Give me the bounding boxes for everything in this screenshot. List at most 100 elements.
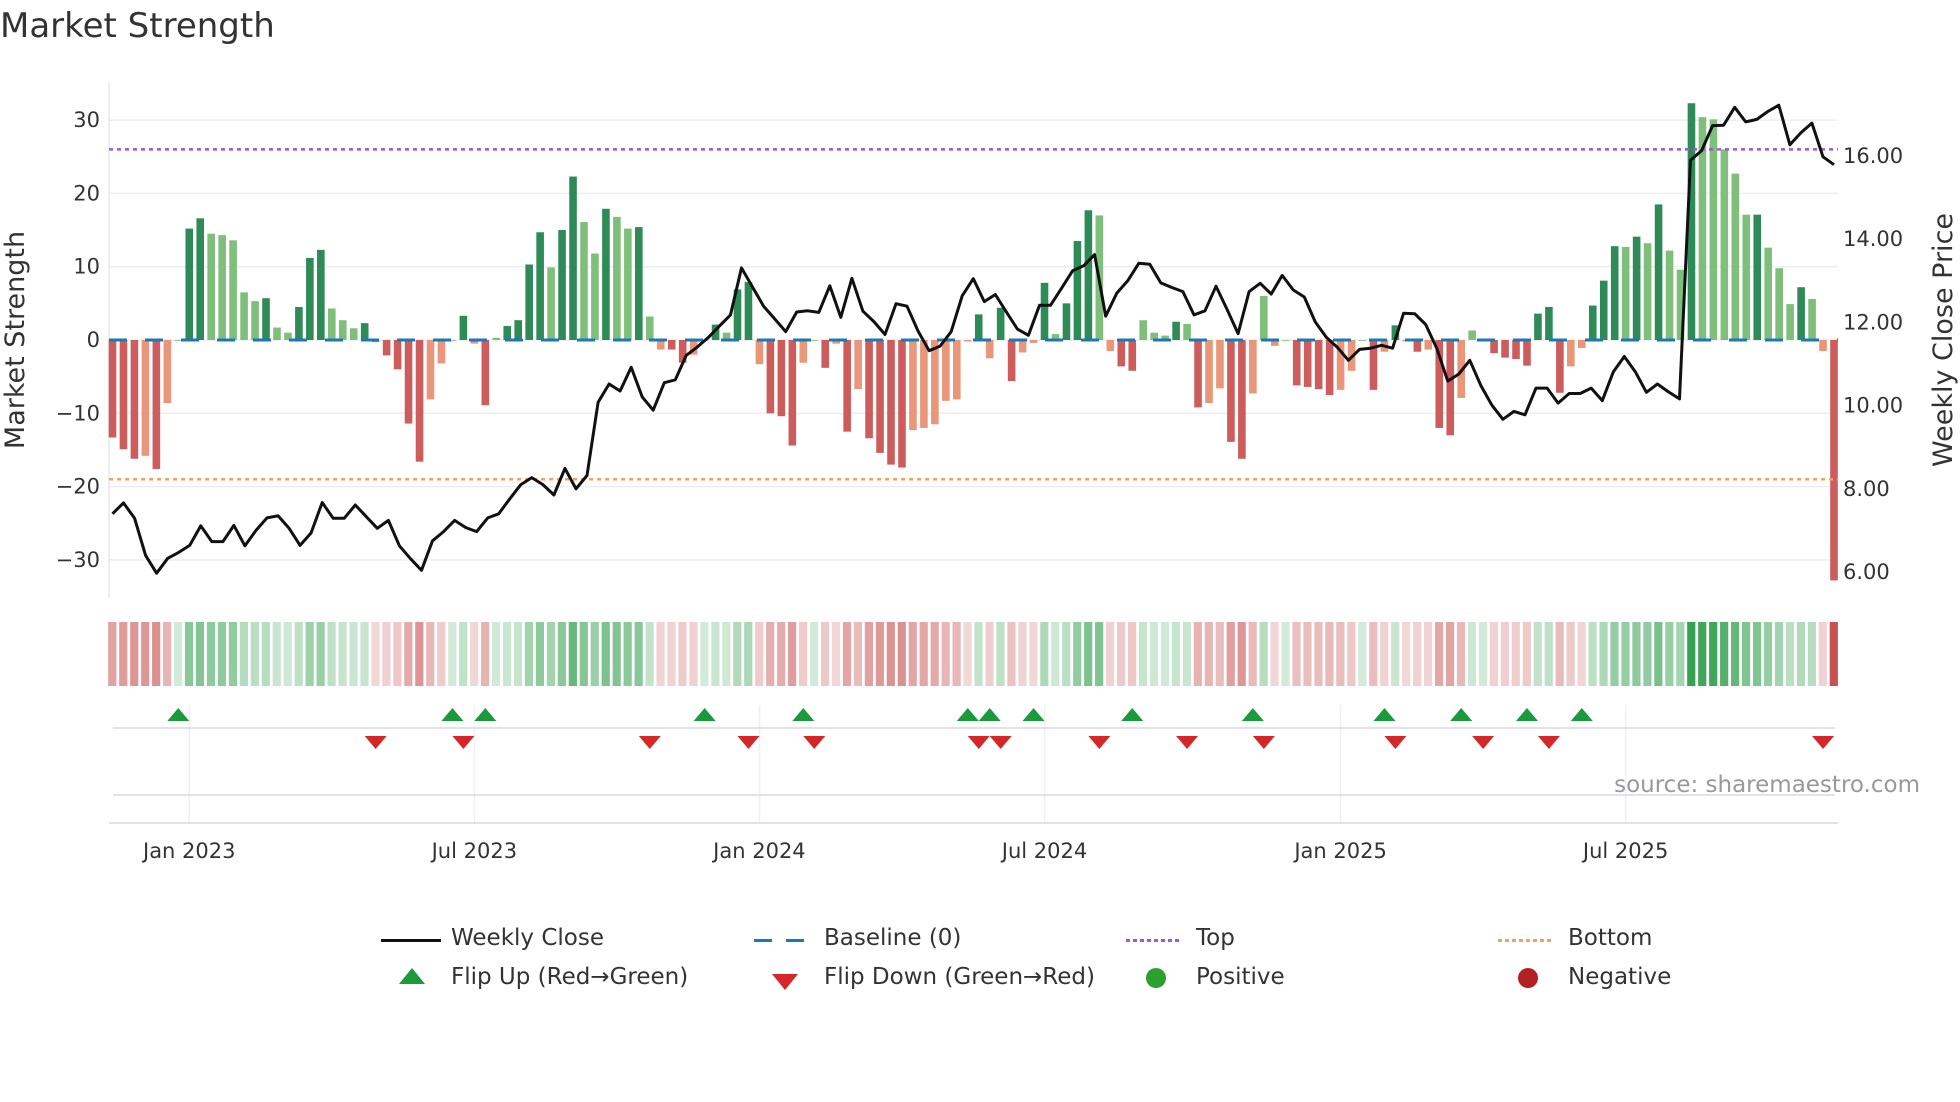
heat-strip-cell bbox=[119, 622, 128, 686]
heat-strip-cell bbox=[1588, 622, 1597, 686]
strength-bar bbox=[1062, 303, 1071, 340]
heat-strip-cell bbox=[1138, 622, 1148, 686]
strength-bar bbox=[558, 230, 566, 340]
strength-bar bbox=[503, 326, 512, 340]
heat-strip-cell bbox=[1171, 622, 1181, 686]
heat-strip-cell bbox=[163, 622, 172, 686]
heat-strip-cell bbox=[1062, 622, 1071, 686]
heat-strip-cell bbox=[1314, 622, 1323, 686]
strength-bar bbox=[207, 233, 215, 340]
heat-strip-cell bbox=[294, 622, 303, 686]
strength-bar bbox=[525, 264, 533, 340]
strength-bar bbox=[306, 257, 314, 340]
heat-strip-cell bbox=[1763, 622, 1773, 686]
heat-strip-cell bbox=[272, 622, 281, 686]
strength-bar bbox=[1205, 340, 1213, 404]
strength-bar bbox=[130, 340, 139, 459]
heat-strip-cell bbox=[1720, 622, 1729, 686]
strength-bar bbox=[788, 340, 797, 446]
triangle-up-icon bbox=[399, 968, 425, 984]
strength-bar bbox=[1665, 250, 1674, 340]
strength-bar bbox=[415, 340, 424, 462]
strength-bar bbox=[1545, 307, 1553, 340]
heat-strip-cell bbox=[1095, 622, 1104, 686]
heat-strip-cell bbox=[557, 622, 566, 686]
solid-line-icon bbox=[381, 939, 441, 942]
strength-bar bbox=[1117, 340, 1126, 367]
strength-bar bbox=[1720, 149, 1729, 340]
heat-strip-cell bbox=[481, 622, 490, 686]
heat-strip-cell bbox=[1259, 622, 1268, 686]
heat-strip-cell bbox=[448, 622, 457, 686]
strength-bar bbox=[1172, 321, 1180, 340]
heat-strip-cell bbox=[908, 622, 917, 686]
heat-strip-cell bbox=[1402, 622, 1411, 686]
strength-bar bbox=[1490, 340, 1498, 354]
heat-strip-cell bbox=[919, 622, 928, 686]
strength-bar bbox=[1567, 340, 1575, 367]
strength-bar bbox=[152, 340, 161, 470]
x-tick-label: Jul 2023 bbox=[430, 839, 517, 863]
heat-strip-cell bbox=[1040, 622, 1049, 686]
heat-strip-cell bbox=[360, 622, 369, 686]
heat-strip-cell bbox=[1610, 622, 1619, 686]
strength-bar bbox=[1073, 241, 1082, 340]
heat-strip-cell bbox=[952, 622, 961, 686]
heat-strip-cell bbox=[711, 622, 720, 686]
flip-down-marker bbox=[1384, 736, 1407, 749]
y2-tick-label: 6.00 bbox=[1843, 560, 1890, 584]
heat-strip-cell bbox=[1347, 622, 1356, 686]
heat-strip-cell bbox=[1544, 622, 1553, 686]
heat-strip-cell bbox=[1500, 622, 1509, 686]
strength-bar bbox=[1106, 340, 1115, 351]
heat-strip-cell bbox=[1709, 622, 1718, 686]
heat-strip-cell bbox=[1467, 622, 1477, 686]
strength-bar bbox=[1742, 214, 1751, 340]
strength-bar bbox=[1819, 340, 1827, 351]
strength-bar bbox=[251, 301, 259, 340]
heat-strip-cell bbox=[1149, 622, 1159, 686]
strength-bar bbox=[327, 308, 336, 340]
x-tick-label: Jan 2023 bbox=[141, 839, 236, 863]
heat-strip-cell bbox=[1555, 622, 1564, 686]
flip-down-marker bbox=[638, 736, 661, 749]
heat-strip-cell bbox=[809, 622, 819, 686]
dot-green-icon bbox=[1146, 968, 1166, 988]
strength-bar bbox=[1621, 246, 1630, 340]
heat-strip-cell bbox=[864, 622, 873, 686]
strength-bar bbox=[382, 340, 391, 356]
strength-bar bbox=[1775, 268, 1783, 340]
dotted-line-purple-icon bbox=[1126, 939, 1182, 942]
heat-strip-cell bbox=[261, 622, 270, 686]
heat-strip-cell bbox=[623, 622, 632, 686]
heat-strip-cell bbox=[1193, 622, 1202, 686]
y-tick-label: 0 bbox=[87, 328, 100, 352]
x-tick-label: Jul 2024 bbox=[1000, 839, 1087, 863]
flip-down-marker bbox=[1176, 736, 1199, 749]
strength-bar bbox=[755, 340, 764, 365]
heat-strip-cell bbox=[656, 622, 665, 686]
strength-bar bbox=[1808, 298, 1816, 340]
flip-up-marker bbox=[978, 708, 1001, 721]
strength-bar bbox=[492, 337, 501, 340]
heat-strip-cell bbox=[1215, 622, 1224, 686]
strength-bar bbox=[1588, 305, 1597, 340]
heat-strip-cell bbox=[733, 622, 742, 686]
heat-strip-cell bbox=[250, 622, 259, 686]
strength-bar bbox=[1599, 280, 1608, 340]
strength-bar bbox=[1084, 210, 1093, 340]
strength-bar bbox=[1238, 340, 1246, 459]
strength-bar bbox=[1139, 320, 1148, 340]
heat-strip-cell bbox=[1434, 622, 1444, 686]
y-tick-label: −30 bbox=[56, 548, 100, 572]
y2-tick-label: 12.00 bbox=[1843, 310, 1903, 334]
strength-bar bbox=[1501, 340, 1509, 358]
heat-strip-cell bbox=[667, 622, 676, 686]
heat-strip-cell bbox=[239, 622, 248, 686]
heat-strip-cell bbox=[437, 622, 446, 686]
heat-strip-cell bbox=[195, 622, 205, 686]
heat-strip-cell bbox=[974, 622, 983, 686]
heat-strip-cell bbox=[1654, 622, 1663, 686]
strength-bar bbox=[262, 298, 270, 340]
strength-bar bbox=[1007, 340, 1016, 382]
